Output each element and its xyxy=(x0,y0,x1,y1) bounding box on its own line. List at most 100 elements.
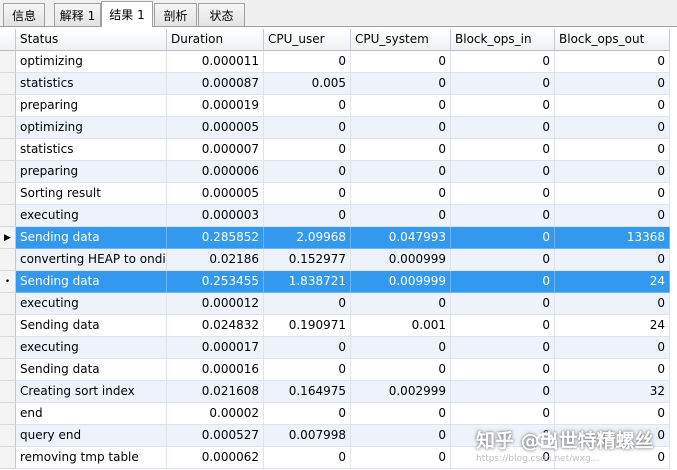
row-indicator[interactable] xyxy=(0,381,16,403)
cell-duration[interactable]: 0.253455 xyxy=(167,271,264,293)
cell-status[interactable]: statistics xyxy=(16,73,167,95)
row-indicator[interactable] xyxy=(0,403,16,425)
cell-status[interactable]: query end xyxy=(16,425,167,447)
cell-block-ops-out[interactable]: 0 xyxy=(555,337,670,359)
cell-status[interactable]: removing tmp table xyxy=(16,447,167,469)
cell-block-ops-out[interactable]: 0 xyxy=(555,249,670,271)
cell-block-ops-out[interactable]: 0 xyxy=(555,359,670,381)
cell-cpu-system[interactable]: 0.000999 xyxy=(351,249,451,271)
cell-cpu-user[interactable]: 0 xyxy=(264,337,351,359)
cell-status[interactable]: end xyxy=(16,403,167,425)
table-row[interactable]: • Sending data 0.253455 1.838721 0.009999 0 24 xyxy=(0,271,677,293)
cell-block-ops-out[interactable]: 0 xyxy=(555,205,670,227)
cell-duration[interactable]: 0.00002 xyxy=(167,403,264,425)
cell-status[interactable]: Sorting result xyxy=(16,183,167,205)
tab-profile[interactable]: 剖析 xyxy=(154,3,197,26)
cell-cpu-user[interactable]: 0.007998 xyxy=(264,425,351,447)
cell-status[interactable]: converting HEAP to ondisk xyxy=(16,249,167,271)
cell-cpu-user[interactable]: 0 xyxy=(264,51,351,73)
row-indicator[interactable] xyxy=(0,139,16,161)
cell-block-ops-in[interactable]: 0 xyxy=(451,315,555,337)
row-indicator[interactable] xyxy=(0,249,16,271)
cell-block-ops-in[interactable]: 0 xyxy=(451,139,555,161)
table-row[interactable]: query end 0.000527 0.007998 0 0 0 xyxy=(0,425,677,447)
cell-duration[interactable]: 0.021608 xyxy=(167,381,264,403)
cell-cpu-user[interactable]: 0 xyxy=(264,117,351,139)
row-indicator[interactable] xyxy=(0,117,16,139)
cell-cpu-user[interactable]: 0 xyxy=(264,447,351,469)
cell-cpu-user[interactable]: 0.190971 xyxy=(264,315,351,337)
row-indicator[interactable]: • xyxy=(0,271,16,293)
cell-duration[interactable]: 0.000011 xyxy=(167,51,264,73)
cell-block-ops-out[interactable]: 0 xyxy=(555,73,670,95)
cell-cpu-system[interactable]: 0 xyxy=(351,183,451,205)
cell-cpu-user[interactable]: 0 xyxy=(264,161,351,183)
tab-status[interactable]: 状态 xyxy=(198,3,245,26)
cell-status[interactable]: preparing xyxy=(16,161,167,183)
cell-cpu-system[interactable]: 0 xyxy=(351,117,451,139)
table-row[interactable]: statistics 0.000007 0 0 0 0 xyxy=(0,139,677,161)
row-indicator[interactable] xyxy=(0,161,16,183)
table-row[interactable]: Creating sort index 0.021608 0.164975 0.002… xyxy=(0,381,677,403)
row-indicator[interactable] xyxy=(0,425,16,447)
table-row[interactable]: ▶ Sending data 0.285852 2.09968 0.047993 0 133… xyxy=(0,227,677,249)
tab-info[interactable]: 信息 xyxy=(3,3,45,26)
table-row[interactable]: Sorting result 0.000005 0 0 0 0 xyxy=(0,183,677,205)
column-header-cpu-system[interactable]: CPU_system xyxy=(351,29,451,51)
cell-block-ops-in[interactable]: 0 xyxy=(451,425,555,447)
cell-block-ops-out[interactable]: 24 xyxy=(555,315,670,337)
cell-status[interactable]: executing xyxy=(16,293,167,315)
table-row[interactable]: optimizing 0.000005 0 0 0 0 xyxy=(0,117,677,139)
cell-block-ops-out[interactable]: 0 xyxy=(555,447,670,469)
cell-block-ops-in[interactable]: 0 xyxy=(451,403,555,425)
cell-block-ops-in[interactable]: 0 xyxy=(451,381,555,403)
cell-status[interactable]: preparing xyxy=(16,95,167,117)
table-row[interactable]: end 0.00002 0 0 0 0 xyxy=(0,403,677,425)
table-row[interactable]: Sending data 0.024832 0.190971 0.001 0 24 xyxy=(0,315,677,337)
cell-cpu-system[interactable]: 0 xyxy=(351,51,451,73)
cell-cpu-system[interactable]: 0.002999 xyxy=(351,381,451,403)
cell-block-ops-out[interactable]: 24 xyxy=(555,271,670,293)
table-row[interactable]: removing tmp table 0.000062 0 0 0 0 xyxy=(0,447,677,469)
table-row[interactable]: executing 0.000003 0 0 0 0 xyxy=(0,205,677,227)
cell-cpu-system[interactable]: 0.009999 xyxy=(351,271,451,293)
row-indicator[interactable] xyxy=(0,183,16,205)
cell-block-ops-in[interactable]: 0 xyxy=(451,227,555,249)
cell-duration[interactable]: 0.000527 xyxy=(167,425,264,447)
row-indicator[interactable] xyxy=(0,359,16,381)
column-header-block-ops-out[interactable]: Block_ops_out xyxy=(555,29,670,51)
table-row[interactable]: preparing 0.000006 0 0 0 0 xyxy=(0,161,677,183)
cell-duration[interactable]: 0.000062 xyxy=(167,447,264,469)
cell-duration[interactable]: 0.000087 xyxy=(167,73,264,95)
row-indicator[interactable] xyxy=(0,315,16,337)
cell-duration[interactable]: 0.000019 xyxy=(167,95,264,117)
cell-cpu-user[interactable]: 0.164975 xyxy=(264,381,351,403)
row-indicator[interactable] xyxy=(0,95,16,117)
cell-cpu-system[interactable]: 0 xyxy=(351,359,451,381)
cell-block-ops-out[interactable]: 0 xyxy=(555,139,670,161)
cell-status[interactable]: statistics xyxy=(16,139,167,161)
cell-status[interactable]: executing xyxy=(16,337,167,359)
cell-block-ops-in[interactable]: 0 xyxy=(451,447,555,469)
row-indicator[interactable] xyxy=(0,447,16,469)
cell-cpu-system[interactable]: 0 xyxy=(351,205,451,227)
cell-duration[interactable]: 0.000003 xyxy=(167,205,264,227)
cell-duration[interactable]: 0.285852 xyxy=(167,227,264,249)
cell-cpu-user[interactable]: 0 xyxy=(264,183,351,205)
table-row[interactable]: statistics 0.000087 0.005 0 0 0 xyxy=(0,73,677,95)
cell-block-ops-in[interactable]: 0 xyxy=(451,51,555,73)
cell-cpu-user[interactable]: 0 xyxy=(264,139,351,161)
cell-block-ops-out[interactable]: 0 xyxy=(555,51,670,73)
cell-block-ops-out[interactable]: 32 xyxy=(555,381,670,403)
cell-block-ops-in[interactable]: 0 xyxy=(451,249,555,271)
cell-block-ops-out[interactable]: 0 xyxy=(555,95,670,117)
table-row[interactable]: Sending data 0.000016 0 0 0 0 xyxy=(0,359,677,381)
column-header-block-ops-in[interactable]: Block_ops_in xyxy=(451,29,555,51)
profile-result-grid[interactable]: Status Duration CPU_user CPU_system Bloc… xyxy=(0,29,677,470)
cell-block-ops-in[interactable]: 0 xyxy=(451,337,555,359)
cell-cpu-user[interactable]: 0 xyxy=(264,359,351,381)
cell-status[interactable]: Sending data xyxy=(16,359,167,381)
cell-block-ops-out[interactable]: 0 xyxy=(555,161,670,183)
cell-block-ops-out[interactable]: 0 xyxy=(555,403,670,425)
cell-cpu-system[interactable]: 0 xyxy=(351,293,451,315)
